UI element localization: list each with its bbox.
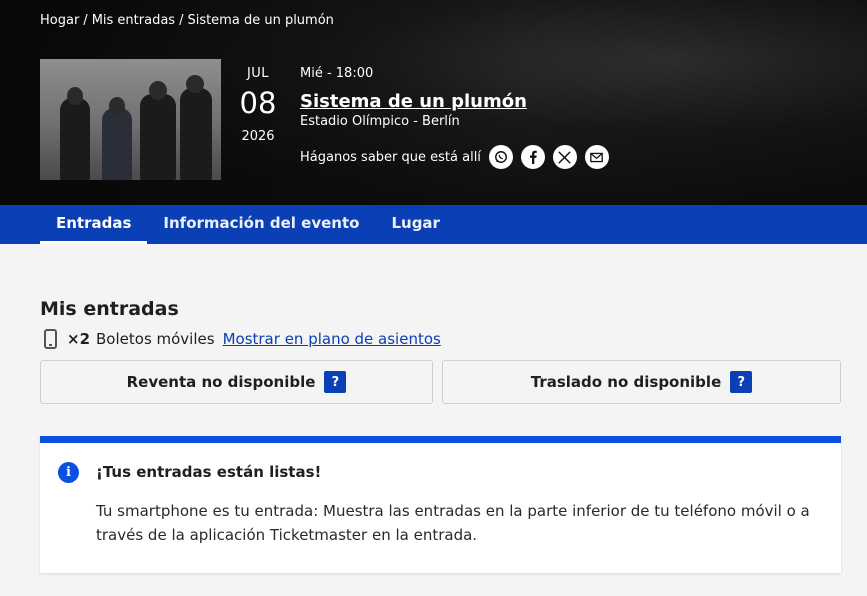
info-icon: i	[58, 462, 79, 483]
event-venue: Estadio Olímpico - Berlín	[300, 114, 460, 129]
event-info: Mié - 18:00 Sistema de un plumón Estadio…	[300, 66, 617, 169]
event-date: JUL 08 2026	[232, 66, 284, 144]
my-tickets-heading: Mis entradas	[40, 298, 179, 320]
tickets-ready-notice: i ¡Tus entradas están listas! Tu smartph…	[40, 436, 841, 573]
breadcrumb-separator: /	[83, 13, 88, 28]
ticket-count: ×2	[67, 330, 91, 348]
event-title-link[interactable]: Sistema de un plumón	[300, 91, 617, 112]
ticket-type: Boletos móviles	[96, 330, 215, 348]
breadcrumb: Hogar / Mis entradas / Sistema de un plu…	[40, 13, 334, 28]
email-icon[interactable]	[584, 145, 609, 169]
resale-label: Reventa no disponible	[126, 373, 316, 391]
event-tabs: Entradas Información del evento Lugar	[0, 205, 867, 244]
event-year: 2026	[241, 129, 275, 144]
transfer-button[interactable]: Traslado no disponible ?	[442, 360, 841, 404]
event-day: 08	[239, 86, 277, 120]
event-image	[40, 59, 221, 180]
breadcrumb-home[interactable]: Hogar	[40, 13, 79, 28]
breadcrumb-my-tickets[interactable]: Mis entradas	[92, 13, 175, 28]
tab-entradas[interactable]: Entradas	[40, 205, 148, 244]
tickets-summary: ×2 Boletos móviles Mostrar en plano de a…	[40, 329, 441, 349]
mobile-phone-icon	[44, 329, 57, 349]
resale-help-icon[interactable]: ?	[324, 371, 347, 393]
share-row: Háganos saber que está allí	[300, 145, 617, 169]
whatsapp-icon[interactable]	[488, 145, 513, 169]
event-month: JUL	[246, 66, 270, 81]
x-icon[interactable]	[552, 145, 577, 169]
transfer-help-icon[interactable]: ?	[730, 371, 753, 393]
breadcrumb-current: Sistema de un plumón	[187, 13, 334, 28]
breadcrumb-separator: /	[179, 13, 184, 28]
tab-event-info[interactable]: Información del evento	[147, 205, 375, 244]
show-seat-map-link[interactable]: Mostrar en plano de asientos	[223, 330, 441, 348]
transfer-label: Traslado no disponible	[530, 373, 722, 391]
event-time: Mié - 18:00	[300, 66, 374, 81]
tab-venue[interactable]: Lugar	[375, 205, 456, 244]
event-header: Hogar / Mis entradas / Sistema de un plu…	[0, 0, 867, 205]
notice-title: ¡Tus entradas están listas!	[96, 463, 322, 481]
share-label: Háganos saber que está allí	[300, 149, 481, 165]
resale-button[interactable]: Reventa no disponible ?	[40, 360, 433, 404]
facebook-icon[interactable]	[520, 145, 545, 169]
notice-body: Tu smartphone es tu entrada: Muestra las…	[96, 502, 810, 544]
